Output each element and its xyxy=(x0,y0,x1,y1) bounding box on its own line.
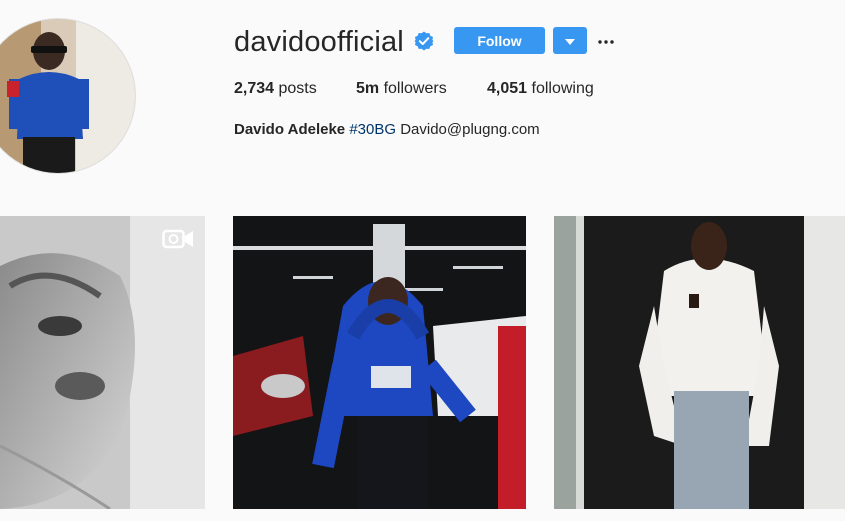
post-thumbnail[interactable] xyxy=(554,216,845,509)
post-thumbnail-video[interactable] xyxy=(0,216,205,509)
profile-full-name: Davido Adeleke xyxy=(234,121,346,138)
video-camera-icon xyxy=(162,228,194,250)
following-stat[interactable]: 4,051 following xyxy=(487,80,594,98)
more-options-button[interactable] xyxy=(594,28,618,52)
follow-dropdown-button[interactable] xyxy=(553,27,587,54)
posts-count: 2,734 xyxy=(234,80,275,97)
profile-username: davidoofficial xyxy=(234,26,404,58)
caret-down-icon xyxy=(565,33,575,48)
post-thumbnail[interactable] xyxy=(233,216,526,509)
followers-label: followers xyxy=(383,80,447,97)
profile-avatar[interactable] xyxy=(0,18,136,174)
followers-stat[interactable]: 5m followers xyxy=(356,80,447,98)
posts-stat: 2,734 posts xyxy=(234,80,317,98)
following-count: 4,051 xyxy=(487,80,528,97)
bio-hashtag-link[interactable]: #30BG xyxy=(349,121,396,138)
bio-contact: Davido@plugng.com xyxy=(400,121,540,138)
follow-button[interactable]: Follow xyxy=(454,27,545,54)
verified-badge-icon xyxy=(414,31,434,51)
followers-count: 5m xyxy=(356,80,380,97)
more-options-icon xyxy=(598,31,614,49)
following-label: following xyxy=(531,80,594,97)
posts-label: posts xyxy=(278,80,317,97)
profile-bio: Davido Adeleke #30BG Davido@plugng.com xyxy=(234,121,540,138)
